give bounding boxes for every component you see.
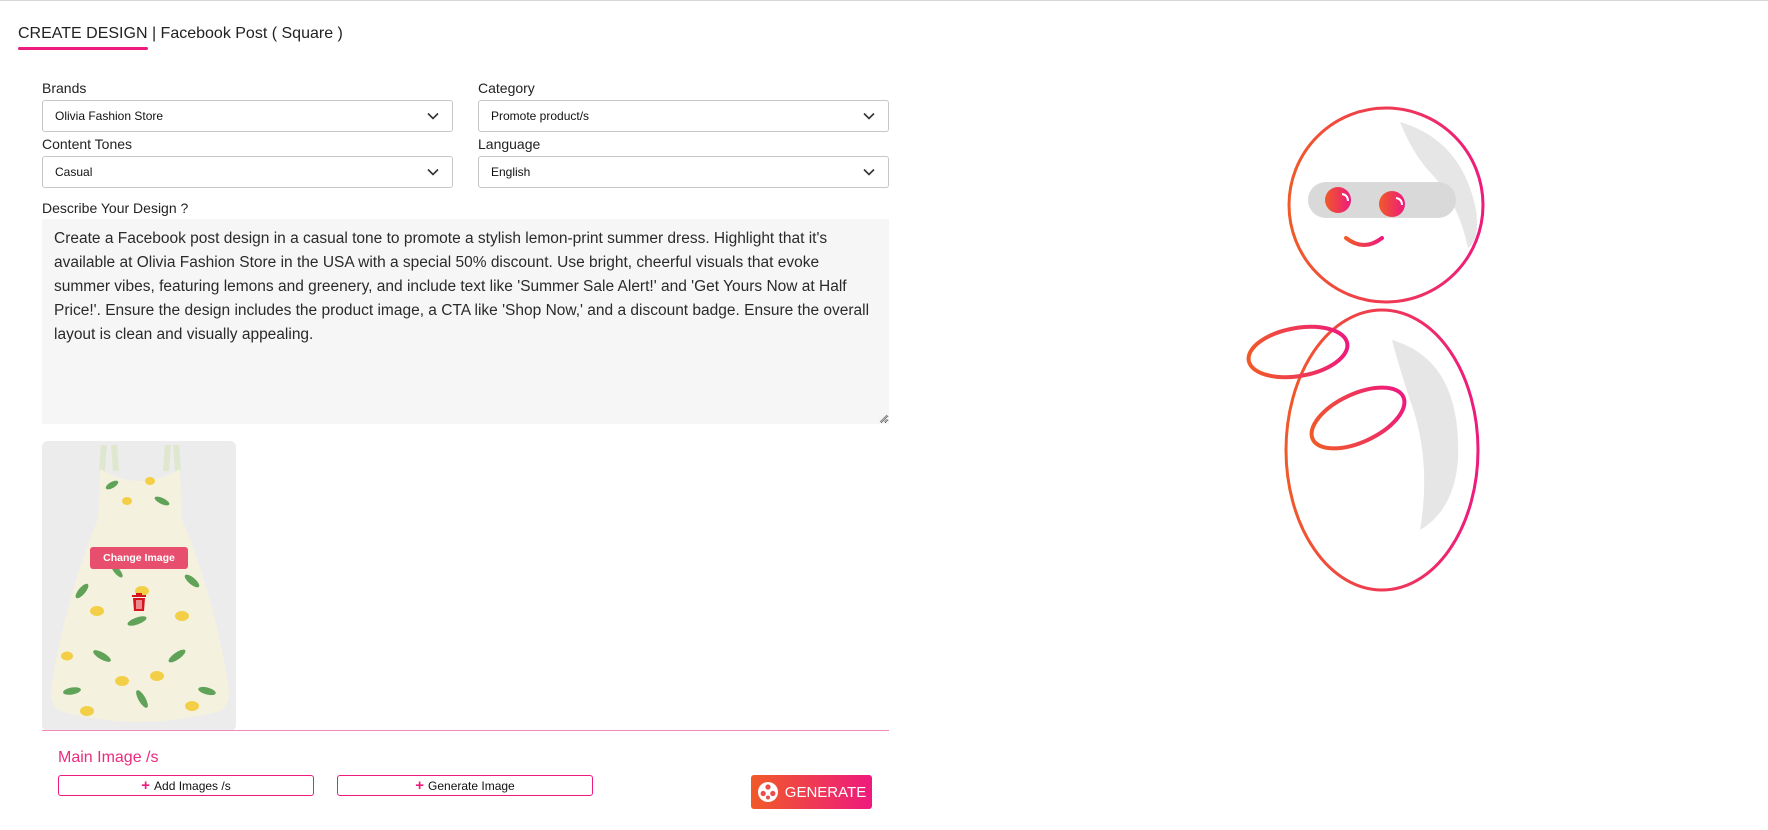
film-reel-icon [757, 782, 778, 802]
describe-design-textarea[interactable]: Create a Facebook post design in a casua… [42, 219, 889, 424]
brands-selected-value: Olivia Fashion Store [55, 109, 164, 123]
content-tones-select[interactable]: Casual [42, 156, 453, 188]
main-images-label: Main Image /s [58, 749, 159, 766]
chevron-down-icon [426, 109, 440, 123]
generate-image-label: Generate Image [428, 778, 515, 793]
add-images-button[interactable]: + Add Images /s [58, 775, 314, 796]
category-label: Category [478, 80, 535, 96]
content-tones-label: Content Tones [42, 136, 133, 152]
describe-label: Describe Your Design ? [42, 200, 189, 216]
change-image-button[interactable]: Change Image [90, 547, 188, 569]
generate-label: GENERATE [784, 783, 867, 801]
page-title: CREATE DESIGN | Facebook Post ( Square ) [18, 25, 343, 50]
brands-label: Brands [42, 80, 87, 96]
lemon-print-dress-image [51, 444, 229, 722]
describe-design-text: Create a Facebook post design in a casua… [54, 230, 870, 343]
generate-image-button[interactable]: + Generate Image [337, 775, 593, 796]
category-selected-value: Promote product/s [491, 109, 590, 123]
create-design-tab[interactable]: CREATE DESIGN [18, 25, 148, 50]
plus-icon: + [415, 777, 425, 794]
category-select[interactable]: Promote product/s [478, 100, 889, 132]
language-label: Language [478, 136, 541, 152]
language-select[interactable]: English [478, 156, 889, 188]
chevron-down-icon [426, 165, 440, 179]
section-divider [42, 730, 889, 731]
page-subtitle: Facebook Post ( Square ) [160, 25, 343, 42]
resize-handle-icon[interactable] [878, 413, 888, 423]
top-divider [0, 0, 1768, 1]
add-images-label: Add Images /s [154, 778, 231, 793]
uploaded-image-card: Change Image [42, 441, 236, 731]
chevron-down-icon [862, 109, 876, 123]
trash-icon[interactable] [130, 592, 148, 612]
brands-select[interactable]: Olivia Fashion Store [42, 100, 453, 132]
content-tones-selected-value: Casual [55, 165, 93, 179]
title-separator: | [147, 25, 161, 42]
plus-icon: + [141, 777, 151, 794]
language-selected-value: English [491, 165, 531, 179]
generate-button[interactable]: GENERATE [751, 775, 872, 809]
robot-mascot-illustration [1246, 106, 1485, 592]
chevron-down-icon [862, 165, 876, 179]
